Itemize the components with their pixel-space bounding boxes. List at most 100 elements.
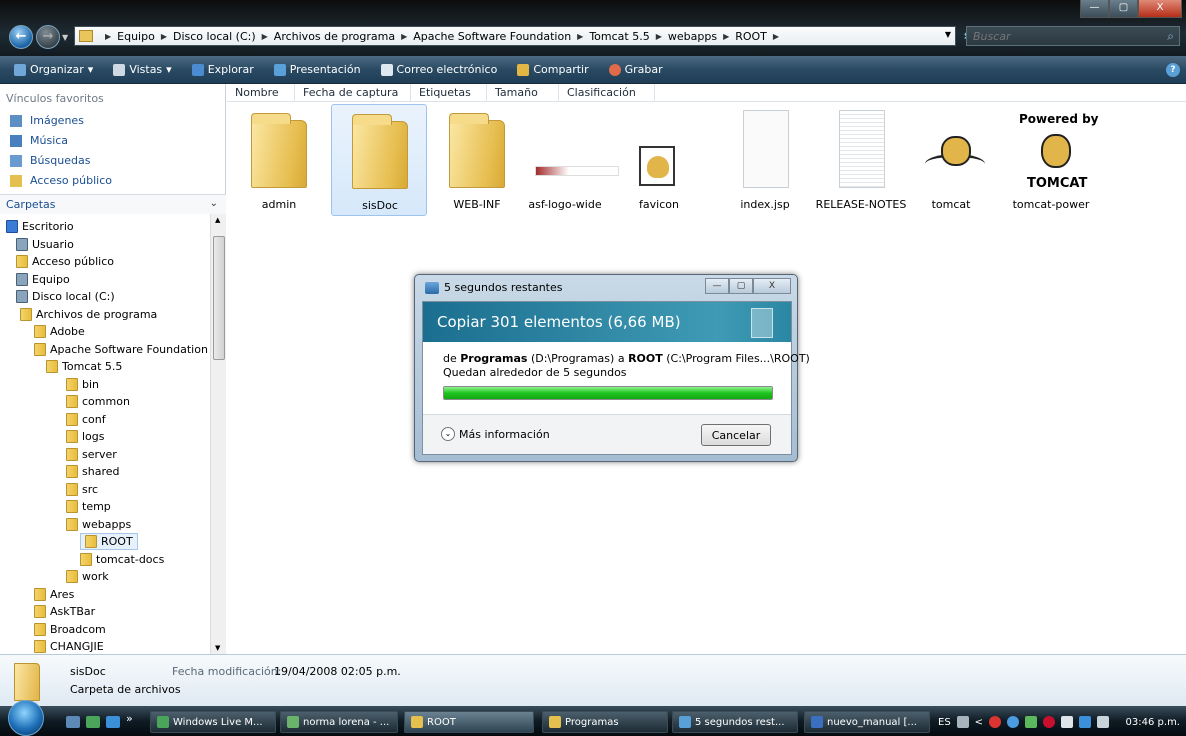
column-size[interactable]: Tamaño xyxy=(487,84,559,102)
tree-item[interactable]: tomcat-docs xyxy=(80,551,164,568)
tray-overflow-icon[interactable]: < xyxy=(975,717,983,728)
file-item-asf-logo[interactable]: asf-logo-wide xyxy=(517,104,619,216)
task-copy-progress[interactable]: 5 segundos rest... xyxy=(672,711,798,733)
chevron-down-icon[interactable]: ⌄ xyxy=(210,198,218,209)
chevron-right-icon[interactable]: ▶ xyxy=(773,32,779,41)
address-bar[interactable]: ▶ Equipo ▶ Disco local (C:) ▶ Archivos de … xyxy=(74,26,956,46)
language-indicator[interactable]: ES xyxy=(938,717,951,728)
close-button[interactable]: X xyxy=(1138,0,1182,18)
file-item-favicon[interactable]: favicon xyxy=(611,104,707,216)
minimize-button[interactable]: — xyxy=(1080,0,1109,18)
tree-item[interactable]: temp xyxy=(66,498,111,515)
tree-item[interactable]: server xyxy=(66,446,117,463)
tree-item[interactable]: Escritorio xyxy=(6,218,74,235)
search-box[interactable]: ⌕ xyxy=(966,26,1180,46)
back-button[interactable]: ← xyxy=(9,25,33,49)
breadcrumb-apache[interactable]: Apache Software Foundation xyxy=(413,30,571,43)
tree-item[interactable]: logs xyxy=(66,428,105,445)
tree-item[interactable]: Broadcom xyxy=(34,621,106,638)
volume-icon[interactable] xyxy=(1097,716,1110,728)
task-programas[interactable]: Programas xyxy=(542,711,668,733)
favorite-images[interactable]: Imágenes xyxy=(10,114,84,127)
breadcrumb-equipo[interactable]: Equipo xyxy=(117,30,155,43)
tree-item[interactable]: Tomcat 5.5 xyxy=(46,358,122,375)
messenger-icon[interactable] xyxy=(86,716,100,728)
search-icon[interactable]: ⌕ xyxy=(1167,29,1174,44)
file-item-sisdoc[interactable]: sisDoc xyxy=(331,104,427,216)
chevron-right-icon[interactable]: ▶ xyxy=(723,32,729,41)
file-item-web-inf[interactable]: WEB-INF xyxy=(429,104,525,216)
antivirus-icon[interactable] xyxy=(1043,716,1056,728)
tree-item[interactable]: Archivos de programa xyxy=(20,306,157,323)
tree-item[interactable]: ROOT xyxy=(80,533,138,550)
chevron-right-icon[interactable]: ▶ xyxy=(577,32,583,41)
breadcrumb-disco-local[interactable]: Disco local (C:) xyxy=(173,30,256,43)
task-root[interactable]: ROOT xyxy=(404,711,534,733)
task-nuevo-manual[interactable]: nuevo_manual [... xyxy=(804,711,930,733)
maximize-button[interactable]: ▢ xyxy=(1109,0,1138,18)
column-capture-date[interactable]: Fecha de captura xyxy=(295,84,411,102)
task-windows-live[interactable]: Windows Live M... xyxy=(150,711,276,733)
network-icon[interactable] xyxy=(1079,716,1092,728)
tree-item[interactable]: conf xyxy=(66,411,106,428)
tree-item[interactable]: AskTBar xyxy=(34,603,95,620)
favorite-public[interactable]: Acceso público xyxy=(10,174,112,187)
start-button[interactable] xyxy=(8,700,44,736)
source-name[interactable]: Programas xyxy=(460,352,527,365)
scroll-up-icon[interactable]: ▲ xyxy=(215,216,220,224)
network-status-icon[interactable] xyxy=(1007,716,1020,728)
column-rating[interactable]: Clasificación xyxy=(559,84,655,102)
chevron-right-icon[interactable]: ▶ xyxy=(105,32,111,41)
error-icon[interactable] xyxy=(989,716,1002,728)
breadcrumb-archivos-de-programa[interactable]: Archivos de programa xyxy=(274,30,395,43)
clock[interactable]: 03:46 p.m. xyxy=(1126,717,1180,728)
dialog-maximize-button[interactable]: ▢ xyxy=(729,278,753,294)
tree-item[interactable]: webapps xyxy=(66,516,131,533)
tree-item[interactable]: Disco local (C:) xyxy=(16,288,115,305)
share-button[interactable]: Compartir xyxy=(517,63,589,76)
tree-item[interactable]: common xyxy=(66,393,130,410)
tree-item[interactable]: CHANGJIE xyxy=(34,638,104,654)
help-button[interactable]: ? xyxy=(1166,63,1180,77)
file-item-tomcat[interactable]: tomcat xyxy=(903,104,999,216)
dialog-close-button[interactable]: X xyxy=(753,278,791,294)
favorite-music[interactable]: Música xyxy=(10,134,68,147)
more-info-button[interactable]: ⌄ Más información xyxy=(441,427,550,441)
breadcrumb-root[interactable]: ROOT xyxy=(735,30,767,43)
tree-item[interactable]: Equipo xyxy=(16,271,70,288)
chevron-right-icon[interactable]: ▶ xyxy=(401,32,407,41)
file-item-index-jsp[interactable]: index.jsp xyxy=(717,104,813,216)
file-item-tomcat-power[interactable]: Powered by TOMCAT tomcat-power xyxy=(1003,104,1099,216)
task-norma-lorena[interactable]: norma lorena - ... xyxy=(280,711,398,733)
tree-item[interactable]: Ares xyxy=(34,586,74,603)
cancel-button[interactable]: Cancelar xyxy=(701,424,771,446)
chevron-right-icon[interactable]: ▶ xyxy=(656,32,662,41)
column-name[interactable]: Nombre xyxy=(227,84,295,102)
tree-item[interactable]: src xyxy=(66,481,98,498)
scroll-down-icon[interactable]: ▼ xyxy=(215,644,220,652)
tree-item[interactable]: Adobe xyxy=(34,323,85,340)
file-item-admin[interactable]: admin xyxy=(231,104,327,216)
recent-pages-dropdown[interactable]: ▼ xyxy=(62,33,68,42)
organize-button[interactable]: Organizar ▾ xyxy=(14,63,93,76)
destination-name[interactable]: ROOT xyxy=(628,352,663,365)
email-button[interactable]: Correo electrónico xyxy=(380,63,497,76)
breadcrumb-webapps[interactable]: webapps xyxy=(668,30,717,43)
tree-item[interactable]: Acceso público xyxy=(16,253,114,270)
messenger-tray-icon[interactable] xyxy=(1025,716,1038,728)
tree-item[interactable]: Usuario xyxy=(16,236,74,253)
tree-item[interactable]: work xyxy=(66,568,109,585)
favorite-searches[interactable]: Búsquedas xyxy=(10,154,90,167)
forward-button[interactable]: → xyxy=(36,25,60,49)
tree-item[interactable]: bin xyxy=(66,376,99,393)
explore-button[interactable]: Explorar xyxy=(191,63,254,76)
folders-header[interactable]: Carpetas ⌄ xyxy=(0,194,226,214)
chevron-right-icon[interactable]: ▶ xyxy=(262,32,268,41)
presentation-button[interactable]: Presentación xyxy=(273,63,361,76)
column-tags[interactable]: Etiquetas xyxy=(411,84,487,102)
show-desktop-icon[interactable] xyxy=(66,716,80,728)
burn-button[interactable]: Grabar xyxy=(608,63,663,76)
scrollbar-thumb[interactable] xyxy=(213,236,225,360)
tree-scrollbar[interactable]: ▲ ▼ xyxy=(210,214,226,654)
quicklaunch-overflow-icon[interactable]: » xyxy=(126,712,133,725)
